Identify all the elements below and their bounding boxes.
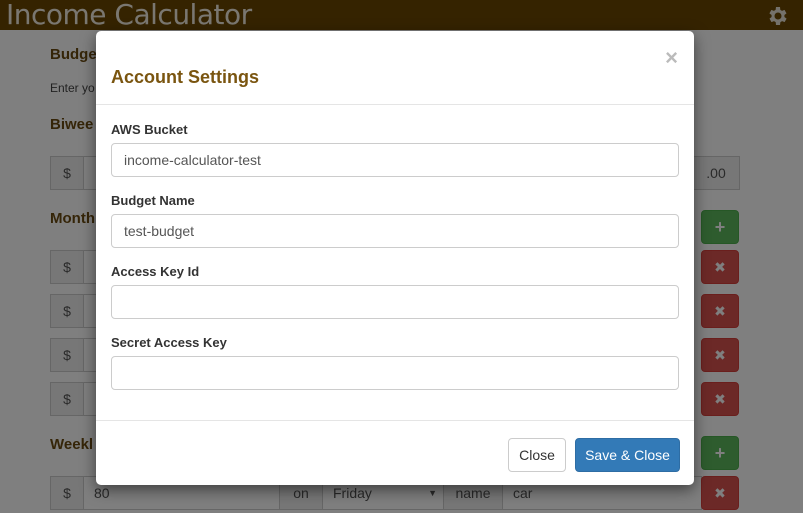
secret-access-key-label: Secret Access Key xyxy=(111,335,227,350)
close-icon[interactable]: × xyxy=(665,45,678,71)
access-key-id-label: Access Key Id xyxy=(111,264,200,279)
save-and-close-button[interactable]: Save & Close xyxy=(575,438,680,472)
aws-bucket-label: AWS Bucket xyxy=(111,122,188,137)
aws-bucket-input[interactable] xyxy=(111,143,679,177)
access-key-id-input[interactable] xyxy=(111,285,679,319)
budget-name-label: Budget Name xyxy=(111,193,195,208)
modal-header: Account Settings × xyxy=(96,31,694,105)
modal-footer: Close Save & Close xyxy=(96,420,694,485)
modal-title: Account Settings xyxy=(111,67,260,87)
close-button[interactable]: Close xyxy=(508,438,566,472)
budget-name-input[interactable] xyxy=(111,214,679,248)
account-settings-modal: Account Settings × AWS Bucket Budget Nam… xyxy=(96,31,694,485)
secret-access-key-input[interactable] xyxy=(111,356,679,390)
